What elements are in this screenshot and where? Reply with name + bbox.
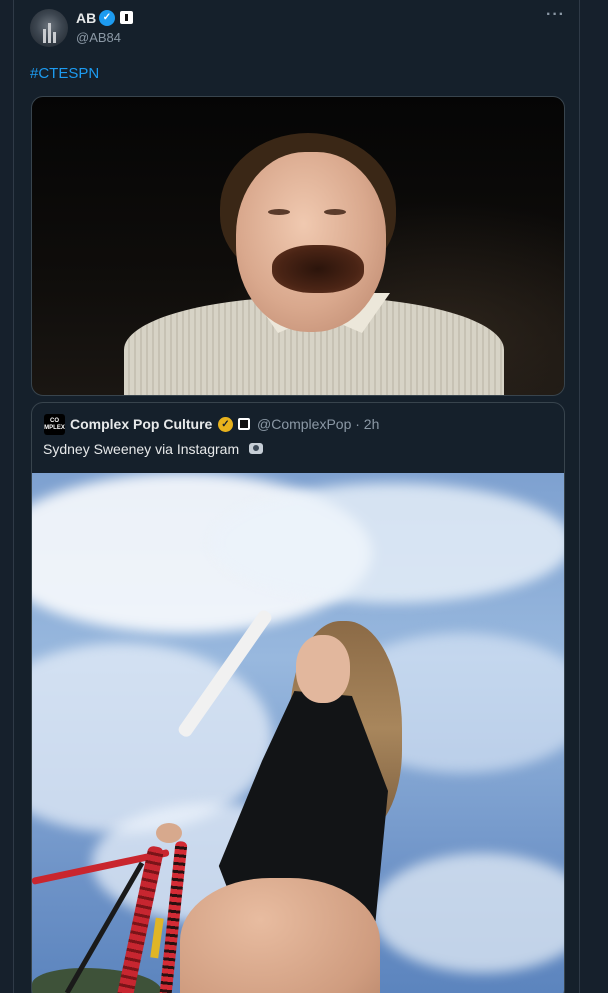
image-hand xyxy=(156,823,182,843)
image-mouth xyxy=(272,245,364,293)
more-horizontal-icon[interactable]: ··· xyxy=(546,6,565,24)
image-legs xyxy=(180,878,380,993)
avatar-graphic xyxy=(53,32,56,43)
image-eye xyxy=(324,209,346,215)
sky-cloud xyxy=(212,483,564,603)
quoted-tweet-card[interactable]: CO MPLEX Complex Pop Culture ✓ @ComplexP… xyxy=(31,402,565,993)
author-name[interactable]: AB xyxy=(76,10,96,26)
quoted-tweet-media-image[interactable] xyxy=(32,473,564,993)
verified-check-icon: ✓ xyxy=(99,10,115,26)
author-handle[interactable]: @AB84 xyxy=(76,30,121,45)
image-eye xyxy=(268,209,290,215)
sky-cloud xyxy=(372,853,564,973)
quoted-author-name[interactable]: Complex Pop Culture xyxy=(70,416,212,432)
tweet-media-image[interactable] xyxy=(31,96,565,396)
affiliate-badge-icon xyxy=(120,11,133,24)
image-face xyxy=(296,635,350,703)
avatar-graphic xyxy=(48,23,51,43)
quoted-author-handle[interactable]: @ComplexPop · 2h xyxy=(257,416,379,432)
avatar-graphic xyxy=(43,29,46,43)
author-avatar[interactable] xyxy=(30,9,68,47)
image-face xyxy=(236,152,386,332)
image-rope-handle xyxy=(150,917,164,959)
quoted-author-avatar[interactable]: CO MPLEX xyxy=(44,414,65,435)
image-trees xyxy=(32,968,162,993)
hashtag-link[interactable]: #CTESPN xyxy=(30,65,99,82)
affiliate-badge-icon xyxy=(238,418,250,430)
gold-verified-check-icon: ✓ xyxy=(218,417,233,432)
quoted-tweet-text: Sydney Sweeney via Instagram xyxy=(43,441,240,457)
camera-icon xyxy=(249,443,263,454)
